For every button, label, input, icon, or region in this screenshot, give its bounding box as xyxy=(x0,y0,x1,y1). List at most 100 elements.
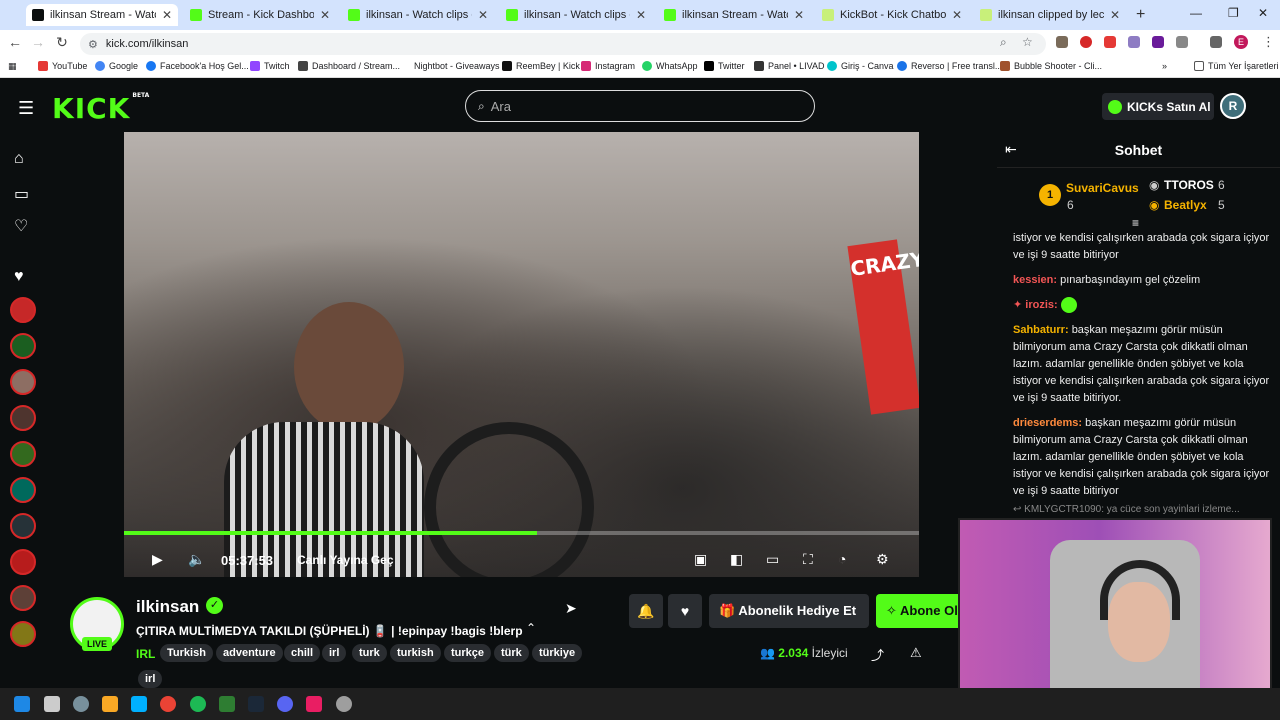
close-icon[interactable]: ✕ xyxy=(320,8,330,22)
bookmark-item[interactable]: Bubble Shooter - Cli... xyxy=(1000,61,1102,71)
site-info-icon[interactable]: ⚙ xyxy=(88,38,98,51)
adblock-extension-icon[interactable] xyxy=(1080,36,1092,48)
browser-tab[interactable]: Stream - Kick Dashboard ✕ xyxy=(184,4,336,26)
stream-tag[interactable]: türk xyxy=(494,644,529,662)
video-player[interactable]: CRAZY xyxy=(124,132,919,577)
all-bookmarks-folder[interactable]: Tüm Yer İşaretleri xyxy=(1194,61,1279,71)
close-icon[interactable]: ✕ xyxy=(478,8,488,22)
profile-avatar[interactable]: E xyxy=(1234,35,1248,49)
bookmark-star-icon[interactable]: ☆ xyxy=(1022,35,1033,49)
browser-tab[interactable]: ilkinsan clipped by leclercurry ✕ xyxy=(974,4,1126,26)
go-live-button[interactable]: Canlı Yayına Geç xyxy=(297,553,394,567)
browser-tab[interactable]: ilkinsan - Watch clips on Kick ✕ xyxy=(500,4,652,26)
stream-tag[interactable]: irl xyxy=(138,670,163,688)
minimize-icon[interactable]: — xyxy=(1190,6,1202,20)
bookmark-item[interactable]: Nightbot - Giveaways xyxy=(414,61,500,71)
followed-channel-avatar[interactable] xyxy=(10,441,36,467)
stream-tag[interactable]: türkiye xyxy=(532,644,583,662)
followed-channel-avatar[interactable] xyxy=(10,621,36,647)
clip-icon[interactable]: ◧ xyxy=(730,551,743,568)
chrome-icon[interactable] xyxy=(160,696,176,712)
home-icon[interactable]: ⌂ xyxy=(14,150,24,168)
followed-channel-avatar[interactable] xyxy=(10,297,36,323)
forward-icon[interactable]: → xyxy=(26,34,50,50)
excel-icon[interactable] xyxy=(219,696,235,712)
followed-channel-avatar[interactable] xyxy=(10,369,36,395)
followed-channel-avatar[interactable] xyxy=(10,513,36,539)
leaderboard-user[interactable]: SuvariCavus xyxy=(1066,181,1139,195)
leaderboard-user[interactable]: TTOROS xyxy=(1164,178,1214,192)
bookmark-item[interactable]: Facebook'a Hoş Gel... xyxy=(146,61,249,71)
stream-category[interactable]: IRL xyxy=(136,647,155,661)
file-explorer-icon[interactable] xyxy=(102,696,118,712)
reply-preview[interactable]: ↩ KMLYGCTR1090: ya cüce son yayinlari iz… xyxy=(1013,504,1273,515)
share-icon[interactable]: ⤴ xyxy=(871,645,884,664)
followed-channel-avatar[interactable] xyxy=(10,405,36,431)
restore-icon[interactable]: ❐ xyxy=(1228,6,1239,20)
menu-icon[interactable]: ☰ xyxy=(18,98,34,119)
close-window-icon[interactable]: ✕ xyxy=(1258,6,1268,20)
steam-icon[interactable] xyxy=(248,696,264,712)
bookmark-item[interactable]: Dashboard / Stream... xyxy=(298,61,400,71)
settings-icon[interactable] xyxy=(73,696,89,712)
bookmark-item[interactable]: ReemBey | Kick xyxy=(502,61,580,71)
new-tab-icon[interactable]: + xyxy=(1136,6,1145,24)
stream-tag[interactable]: turk xyxy=(352,644,387,662)
app-icon[interactable] xyxy=(306,696,322,712)
stream-tag[interactable]: chill xyxy=(284,644,321,662)
volume-icon[interactable]: 🔈 xyxy=(188,551,205,568)
bookmark-item[interactable]: YouTube xyxy=(38,61,87,71)
close-icon[interactable]: ✕ xyxy=(636,8,646,22)
settings-gear-icon[interactable]: ⚙ xyxy=(876,551,889,568)
close-icon[interactable]: ✕ xyxy=(794,8,804,22)
obs-icon[interactable] xyxy=(336,696,352,712)
discord-icon[interactable] xyxy=(277,696,293,712)
close-icon[interactable]: ✕ xyxy=(162,8,172,22)
browser-tab[interactable]: ilkinsan Stream - Watch Live on Kick ✕ xyxy=(26,4,178,26)
bookmark-item[interactable]: Google xyxy=(95,61,138,71)
address-bar[interactable]: ⚙ kick.com/ilkinsan xyxy=(80,33,1046,55)
notification-bell-button[interactable]: 🔔 xyxy=(629,594,663,628)
bluestacks-icon[interactable] xyxy=(131,696,147,712)
fullscreen-icon[interactable]: ⛶ xyxy=(803,551,813,568)
followed-channel-avatar[interactable] xyxy=(10,477,36,503)
followed-channel-avatar[interactable] xyxy=(10,549,36,575)
channel-name[interactable]: ilkinsan xyxy=(136,597,199,617)
stream-tag[interactable]: turkçe xyxy=(444,644,492,662)
bookmark-item[interactable]: Giriş - Canva xyxy=(827,61,894,71)
follow-button[interactable]: ♥ xyxy=(668,594,702,628)
back-icon[interactable]: ← xyxy=(3,34,27,50)
stream-tag[interactable]: Turkish xyxy=(160,644,213,662)
browser-tab[interactable]: ilkinsan - Watch clips on Kick ✕ xyxy=(342,4,494,26)
task-view-icon[interactable] xyxy=(44,696,60,712)
browse-icon[interactable]: ▭ xyxy=(14,184,29,204)
following-heart-icon[interactable]: ♡ xyxy=(14,216,28,236)
play-icon[interactable]: ▶ xyxy=(152,551,163,568)
user-avatar[interactable]: R xyxy=(1220,93,1246,119)
bookmark-item[interactable]: Panel • LIVAD xyxy=(754,61,825,71)
browser-tab[interactable]: ilkinsan Stream - Watch Live on Kick ✕ xyxy=(658,4,810,26)
chevron-up-icon[interactable]: ⌃ xyxy=(526,621,536,635)
extensions-puzzle-icon[interactable] xyxy=(1176,36,1188,48)
spotify-icon[interactable] xyxy=(190,696,206,712)
buy-kicks-button[interactable]: KICKs Satın Al xyxy=(1102,93,1214,120)
pen-extension-icon[interactable] xyxy=(1128,36,1140,48)
leaderboard-user[interactable]: Beatlyx xyxy=(1164,198,1207,212)
stream-tag[interactable]: adventure xyxy=(216,644,283,662)
bookmark-item[interactable]: Reverso | Free transl... xyxy=(897,61,1002,71)
kick-logo[interactable]: KICK BETA xyxy=(52,92,149,125)
stream-tag[interactable]: turkish xyxy=(390,644,441,662)
stream-tag[interactable]: irl xyxy=(322,644,347,662)
bookmark-item[interactable]: Twitter xyxy=(704,61,745,71)
theater-mode-icon[interactable]: ▭ xyxy=(766,551,779,568)
media-control-icon[interactable] xyxy=(1210,36,1222,48)
close-icon[interactable]: ✕ xyxy=(952,8,962,22)
zoom-icon[interactable]: ⌕ xyxy=(1000,35,1007,50)
bookmark-item[interactable]: Instagram xyxy=(581,61,635,71)
extension-icon[interactable] xyxy=(1152,36,1164,48)
clip-record-icon[interactable]: ◔ xyxy=(838,551,846,567)
search-input[interactable]: ⌕ Ara xyxy=(465,90,815,122)
followed-channel-avatar[interactable] xyxy=(10,585,36,611)
gift-subscription-button[interactable]: 🎁 Abonelik Hediye Et xyxy=(709,594,869,628)
browser-menu-icon[interactable]: ⋮ xyxy=(1262,34,1275,50)
